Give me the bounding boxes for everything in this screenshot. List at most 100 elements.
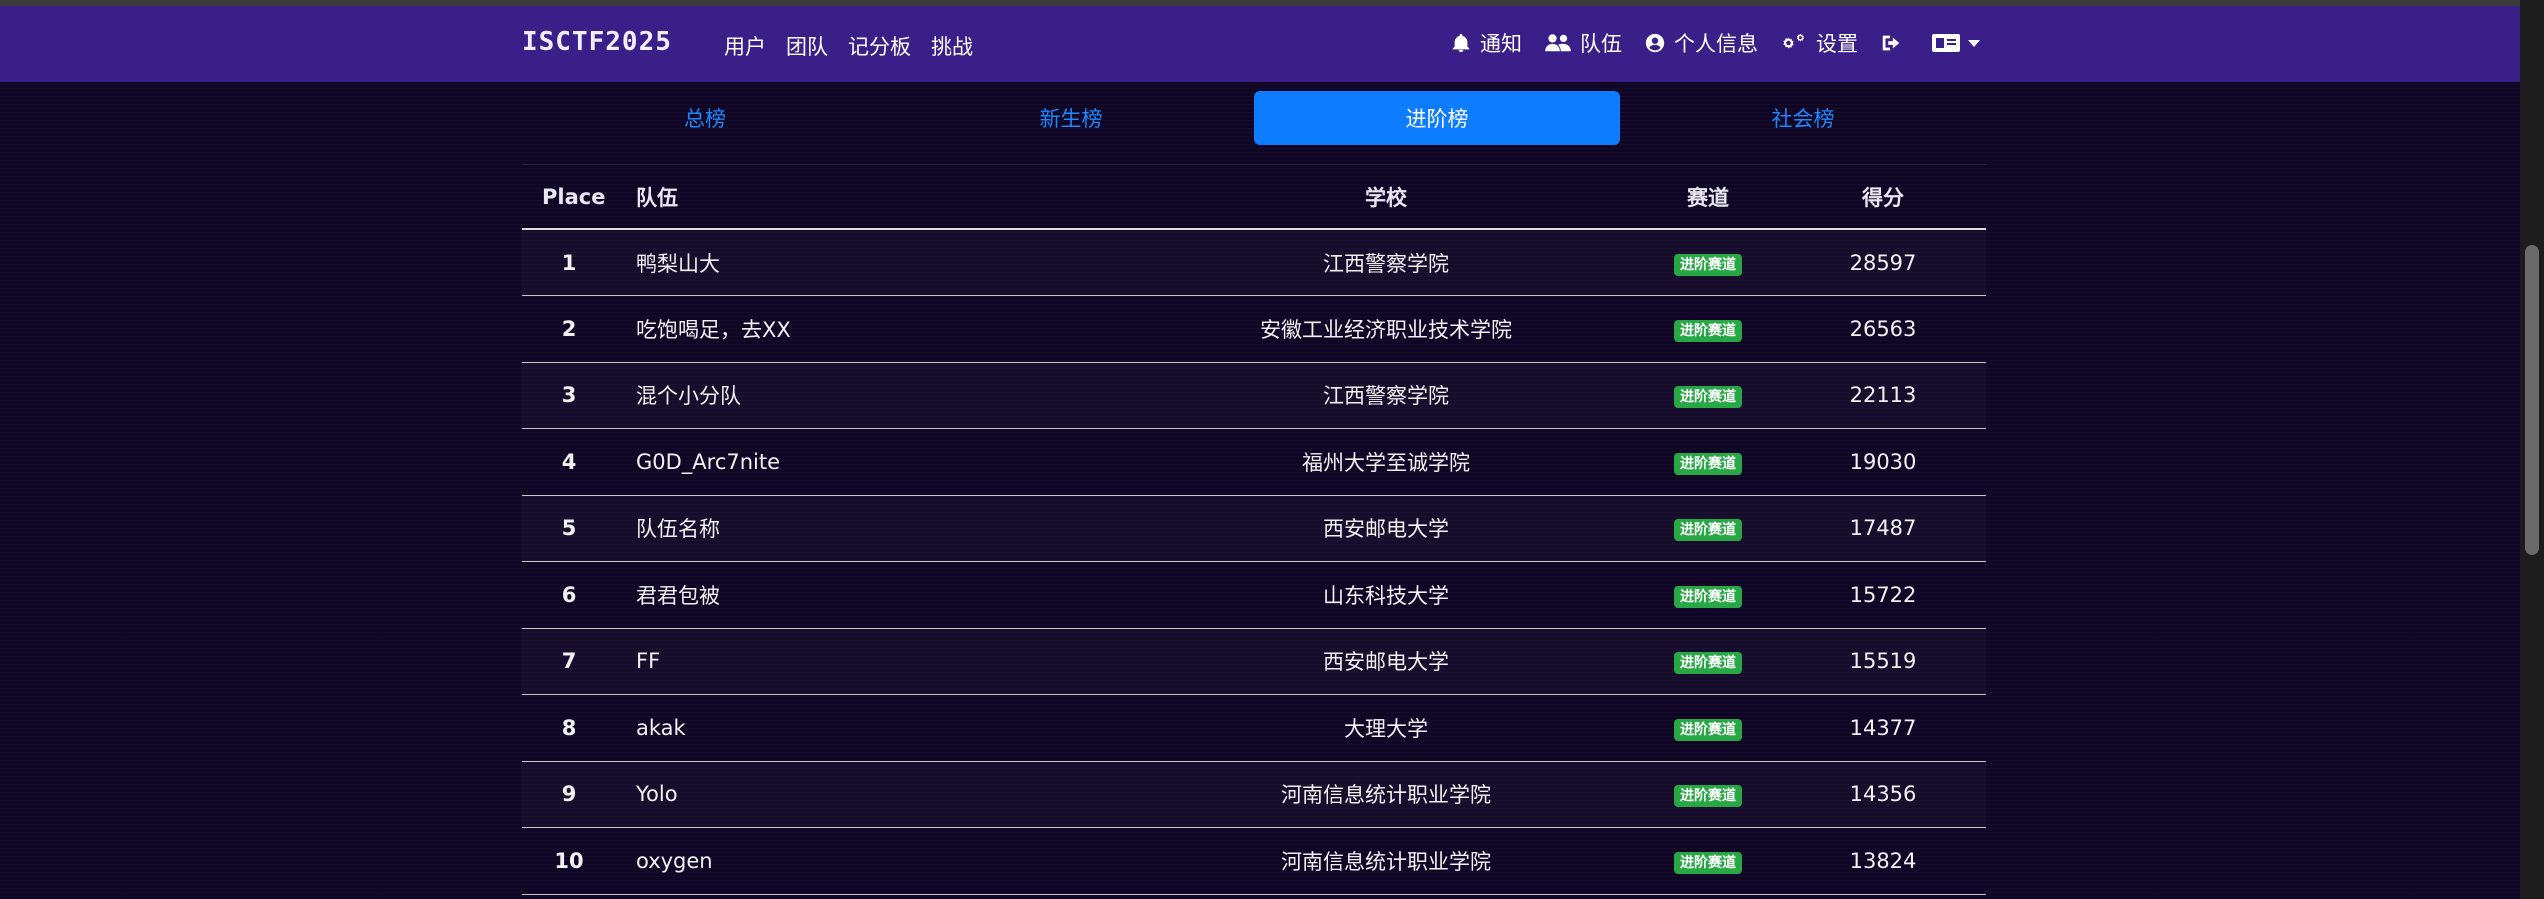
notifications-link[interactable]: 通知 — [1450, 28, 1522, 58]
page: ISCTF2025 用户 团队 记分板 挑战 通知 队伍 个人信息 设置 总榜 … — [0, 0, 2544, 899]
nav-teams[interactable]: 团队 — [786, 31, 828, 61]
top-navbar: ISCTF2025 用户 团队 记分板 挑战 通知 队伍 个人信息 设置 — [0, 6, 2520, 82]
row-school: 福州大学至诚学院 — [1156, 428, 1616, 496]
row-score: 14356 — [1800, 761, 1986, 828]
row-school: 大理大学 — [1156, 694, 1616, 762]
table-row: 7 FF 西安邮电大学 进阶赛道 15519 — [522, 628, 1986, 695]
settings-link[interactable]: 设置 — [1780, 28, 1858, 58]
nav-challenges[interactable]: 挑战 — [931, 31, 973, 61]
track-badge: 进阶赛道 — [1674, 319, 1742, 342]
track-badge: 进阶赛道 — [1674, 386, 1742, 409]
sign-out-icon — [1880, 32, 1902, 54]
row-place: 3 — [522, 362, 616, 429]
track-badge: 进阶赛道 — [1674, 452, 1742, 475]
row-team-link[interactable]: 队伍名称 — [616, 495, 1156, 562]
table-row: 5 队伍名称 西安邮电大学 进阶赛道 17487 — [522, 495, 1986, 562]
vertical-scrollbar[interactable] — [2520, 0, 2544, 899]
table-row: 6 君君包被 山东科技大学 进阶赛道 15722 — [522, 561, 1986, 629]
caret-down-icon — [1968, 39, 1980, 47]
user-circle-icon — [1644, 32, 1666, 54]
row-team-link[interactable]: Yolo — [616, 761, 1156, 828]
row-place: 6 — [522, 561, 616, 629]
track-badge: 进阶赛道 — [1674, 585, 1742, 608]
nav-users[interactable]: 用户 — [724, 31, 766, 61]
header-score: 得分 — [1800, 165, 1986, 230]
row-school: 江西警察学院 — [1156, 229, 1616, 296]
row-score: 14377 — [1800, 694, 1986, 762]
bell-icon — [1450, 32, 1472, 54]
row-score: 28597 — [1800, 229, 1986, 296]
brand-logo[interactable]: ISCTF2025 — [522, 27, 672, 57]
logout-link[interactable] — [1880, 32, 1910, 54]
tab-social[interactable]: 社会榜 — [1620, 91, 1986, 145]
profile-label: 个人信息 — [1674, 32, 1758, 56]
language-dropdown[interactable] — [1932, 34, 1980, 52]
row-team-link[interactable]: akak — [616, 694, 1156, 762]
language-flag-icon — [1932, 34, 1960, 52]
row-school: 山东科技大学 — [1156, 561, 1616, 629]
row-team-link[interactable]: G0D_Arc7nite — [616, 428, 1156, 496]
row-team-link[interactable]: oxygen — [616, 827, 1156, 895]
scoreboard-table: Place 队伍 学校 赛道 得分 1 鸭梨山大 江西警察学院 进阶赛道 285… — [522, 165, 1986, 895]
nav-scoreboard[interactable]: 记分板 — [848, 31, 911, 61]
row-score: 15722 — [1800, 561, 1986, 629]
track-badge: 进阶赛道 — [1674, 785, 1742, 808]
scrollbar-thumb[interactable] — [2525, 245, 2539, 555]
row-school: 西安邮电大学 — [1156, 495, 1616, 562]
row-team-link[interactable]: 鸭梨山大 — [616, 229, 1156, 296]
gears-icon — [1780, 32, 1808, 54]
table-row: 2 吃饱喝足，去XX 安徽工业经济职业技术学院 进阶赛道 26563 — [522, 295, 1986, 363]
row-team-link[interactable]: FF — [616, 628, 1156, 695]
notifications-label: 通知 — [1480, 32, 1522, 56]
table-row: 9 Yolo 河南信息统计职业学院 进阶赛道 14356 — [522, 761, 1986, 828]
row-score: 15519 — [1800, 628, 1986, 695]
row-place: 9 — [522, 761, 616, 828]
table-row: 4 G0D_Arc7nite 福州大学至诚学院 进阶赛道 19030 — [522, 428, 1986, 496]
row-team-link[interactable]: 君君包被 — [616, 561, 1156, 629]
scoreboard-tabs: 总榜 新生榜 进阶榜 社会榜 — [522, 91, 1986, 145]
track-badge: 进阶赛道 — [1674, 652, 1742, 675]
header-track: 赛道 — [1616, 165, 1800, 230]
main-nav: 用户 团队 记分板 挑战 — [724, 31, 973, 61]
track-badge: 进阶赛道 — [1674, 519, 1742, 542]
row-place: 10 — [522, 827, 616, 895]
row-score: 13824 — [1800, 827, 1986, 895]
row-school: 河南信息统计职业学院 — [1156, 827, 1616, 895]
table-row: 10 oxygen 河南信息统计职业学院 进阶赛道 13824 — [522, 827, 1986, 895]
profile-link[interactable]: 个人信息 — [1644, 28, 1758, 58]
team-label: 队伍 — [1580, 32, 1622, 56]
table-row: 3 混个小分队 江西警察学院 进阶赛道 22113 — [522, 362, 1986, 429]
track-badge: 进阶赛道 — [1674, 851, 1742, 874]
table-row: 1 鸭梨山大 江西警察学院 进阶赛道 28597 — [522, 229, 1986, 296]
header-school: 学校 — [1156, 165, 1616, 230]
row-school: 河南信息统计职业学院 — [1156, 761, 1616, 828]
row-school: 西安邮电大学 — [1156, 628, 1616, 695]
tab-advanced[interactable]: 进阶榜 — [1254, 91, 1620, 145]
team-link[interactable]: 队伍 — [1544, 28, 1622, 58]
row-school: 安徽工业经济职业技术学院 — [1156, 295, 1616, 363]
user-nav: 通知 队伍 个人信息 设置 — [1450, 28, 1980, 58]
row-team-link[interactable]: 吃饱喝足，去XX — [616, 295, 1156, 363]
row-score: 26563 — [1800, 295, 1986, 363]
header-team: 队伍 — [616, 165, 1156, 230]
row-score: 17487 — [1800, 495, 1986, 562]
row-place: 8 — [522, 694, 616, 762]
row-place: 5 — [522, 495, 616, 562]
tab-overall[interactable]: 总榜 — [522, 91, 888, 145]
table-row: 8 akak 大理大学 进阶赛道 14377 — [522, 694, 1986, 762]
row-school: 江西警察学院 — [1156, 362, 1616, 429]
row-place: 4 — [522, 428, 616, 496]
track-badge: 进阶赛道 — [1674, 718, 1742, 741]
header-place: Place — [522, 165, 616, 230]
row-score: 22113 — [1800, 362, 1986, 429]
row-place: 2 — [522, 295, 616, 363]
tab-freshman[interactable]: 新生榜 — [888, 91, 1254, 145]
users-icon — [1544, 32, 1572, 54]
row-place: 7 — [522, 628, 616, 695]
track-badge: 进阶赛道 — [1674, 253, 1742, 276]
table-header-row: Place 队伍 学校 赛道 得分 — [522, 165, 1986, 230]
settings-label: 设置 — [1816, 32, 1858, 56]
row-place: 1 — [522, 229, 616, 296]
row-team-link[interactable]: 混个小分队 — [616, 362, 1156, 429]
row-score: 19030 — [1800, 428, 1986, 496]
